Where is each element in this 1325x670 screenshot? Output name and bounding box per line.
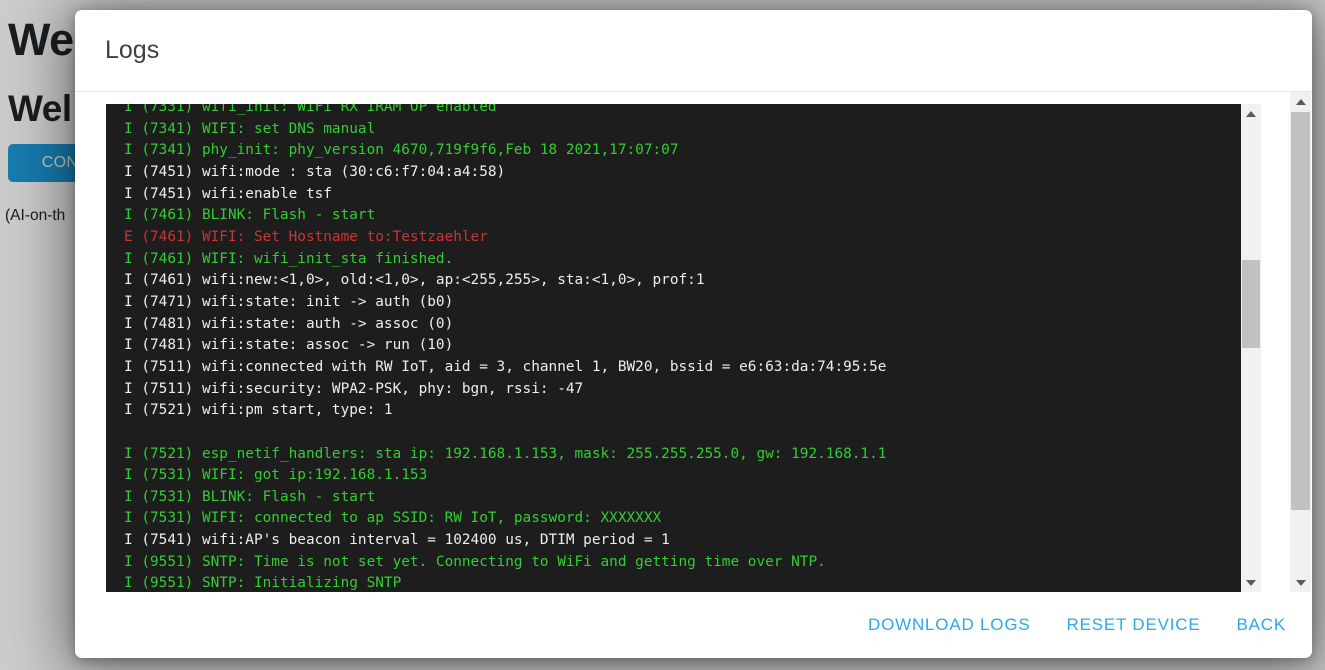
log-line: I (7511) wifi:security: WPA2-PSK, phy: b… bbox=[124, 379, 1241, 401]
log-scrollbar[interactable] bbox=[1241, 104, 1261, 592]
logs-dialog: Logs I (7331) wifi_init: WiFi RX IRAM OP… bbox=[75, 10, 1312, 658]
log-line: I (9551) SNTP: Time is not set yet. Conn… bbox=[124, 552, 1241, 574]
log-output: I (7331) wifi_init: WiFi RX IRAM OP enab… bbox=[124, 104, 1241, 592]
reset-device-button[interactable]: RESET DEVICE bbox=[1067, 615, 1201, 635]
log-scrollbar-thumb[interactable] bbox=[1242, 260, 1260, 348]
log-line: I (7461) WIFI: wifi_init_sta finished. bbox=[124, 249, 1241, 271]
log-line: I (7531) BLINK: Flash - start bbox=[124, 487, 1241, 509]
log-console[interactable]: I (7331) wifi_init: WiFi RX IRAM OP enab… bbox=[106, 104, 1261, 592]
log-line: I (7481) wifi:state: assoc -> run (10) bbox=[124, 335, 1241, 357]
log-line: I (7451) wifi:mode : sta (30:c6:f7:04:a4… bbox=[124, 162, 1241, 184]
dialog-scrollbar[interactable] bbox=[1290, 92, 1311, 592]
log-line: I (7481) wifi:state: auth -> assoc (0) bbox=[124, 314, 1241, 336]
download-logs-button[interactable]: DOWNLOAD LOGS bbox=[868, 615, 1030, 635]
log-line: I (7461) BLINK: Flash - start bbox=[124, 205, 1241, 227]
log-line bbox=[124, 422, 1241, 444]
log-line: I (7341) phy_init: phy_version 4670,719f… bbox=[124, 140, 1241, 162]
dialog-header: Logs bbox=[75, 10, 1312, 92]
log-line: I (7471) wifi:state: init -> auth (b0) bbox=[124, 292, 1241, 314]
scroll-down-icon[interactable] bbox=[1241, 574, 1261, 591]
log-line: I (7531) WIFI: connected to ap SSID: RW … bbox=[124, 508, 1241, 530]
dialog-title: Logs bbox=[105, 36, 159, 65]
dialog-scrollbar-thumb[interactable] bbox=[1291, 112, 1310, 510]
log-line: I (7511) wifi:connected with RW IoT, aid… bbox=[124, 357, 1241, 379]
log-line: I (7451) wifi:enable tsf bbox=[124, 184, 1241, 206]
log-line: I (7531) WIFI: got ip:192.168.1.153 bbox=[124, 465, 1241, 487]
scroll-up-icon[interactable] bbox=[1241, 105, 1261, 122]
log-line: I (7521) esp_netif_handlers: sta ip: 192… bbox=[124, 444, 1241, 466]
log-line: I (7341) WIFI: set DNS manual bbox=[124, 119, 1241, 141]
log-line: I (9551) SNTP: Initializing SNTP bbox=[124, 573, 1241, 592]
log-line: I (7541) wifi:AP's beacon interval = 102… bbox=[124, 530, 1241, 552]
dialog-body: I (7331) wifi_init: WiFi RX IRAM OP enab… bbox=[75, 92, 1312, 592]
dialog-footer: DOWNLOAD LOGS RESET DEVICE BACK bbox=[75, 592, 1312, 658]
log-line: E (7461) WIFI: Set Hostname to:Testzaehl… bbox=[124, 227, 1241, 249]
log-line: I (7521) wifi:pm start, type: 1 bbox=[124, 400, 1241, 422]
log-line: I (7461) wifi:new:<1,0>, old:<1,0>, ap:<… bbox=[124, 270, 1241, 292]
back-button[interactable]: BACK bbox=[1237, 615, 1287, 635]
scroll-down-icon[interactable] bbox=[1290, 574, 1311, 591]
log-line: I (7331) wifi_init: WiFi RX IRAM OP enab… bbox=[124, 104, 1241, 119]
scroll-up-icon[interactable] bbox=[1290, 93, 1311, 110]
